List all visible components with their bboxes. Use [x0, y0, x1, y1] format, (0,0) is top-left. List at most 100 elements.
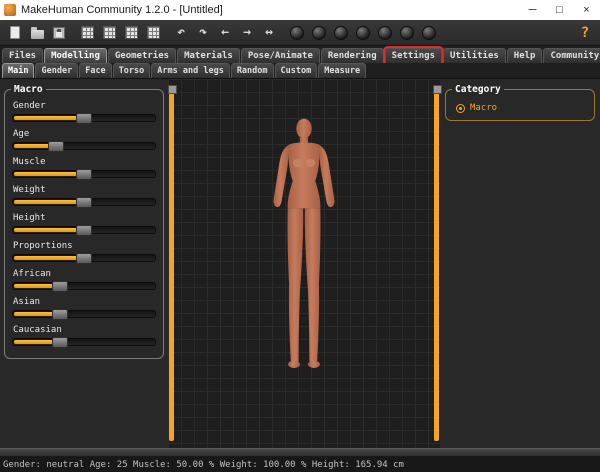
mesh-grid-toggle-button[interactable]: [142, 22, 164, 44]
viewport-3d[interactable]: [168, 79, 440, 448]
window-controls: ─ □ ×: [519, 0, 600, 20]
view-perspective-icon: [422, 26, 436, 40]
slider-handle[interactable]: [76, 169, 92, 180]
menu-tabs: FilesModellingGeometriesMaterialsPose/An…: [0, 46, 600, 63]
undo-button[interactable]: ↶: [170, 22, 192, 44]
symmetry-right-icon: →: [243, 26, 251, 39]
human-body-shape: [273, 119, 334, 368]
symmetry-left-button[interactable]: ←: [214, 22, 236, 44]
slider-african: African: [12, 269, 156, 290]
main-content: Macro GenderAgeMuscleWeightHeightProport…: [0, 79, 600, 448]
menu-tab-modelling[interactable]: Modelling: [44, 48, 107, 63]
status-text: Gender: neutral Age: 25 Muscle: 50.00 % …: [3, 460, 404, 470]
mesh-subdivide-button[interactable]: [120, 22, 142, 44]
view-right-button[interactable]: [352, 22, 374, 44]
viewport-right-scrollbar[interactable]: [434, 86, 439, 441]
help-button[interactable]: ?: [574, 22, 596, 44]
menu-tab-geometries[interactable]: Geometries: [108, 48, 176, 63]
view-perspective-button[interactable]: [418, 22, 440, 44]
slider-handle[interactable]: [48, 141, 64, 152]
slider-track-african[interactable]: [12, 282, 156, 290]
slider-muscle: Muscle: [12, 157, 156, 178]
view-front-button[interactable]: [286, 22, 308, 44]
left-panel: Macro GenderAgeMuscleWeightHeightProport…: [0, 79, 168, 448]
sub-tab-custom[interactable]: Custom: [275, 63, 318, 78]
slider-track-muscle[interactable]: [12, 170, 156, 178]
symmetry-right-button[interactable]: →: [236, 22, 258, 44]
close-button[interactable]: ×: [573, 0, 600, 20]
horizontal-scrollbar[interactable]: [0, 448, 600, 457]
new-document-button[interactable]: [4, 22, 26, 44]
view-back-button[interactable]: [308, 22, 330, 44]
maximize-button[interactable]: □: [546, 0, 573, 20]
slider-handle[interactable]: [76, 225, 92, 236]
macro-title: Macro: [11, 84, 46, 95]
view-left-button[interactable]: [330, 22, 352, 44]
sub-tab-torso[interactable]: Torso: [113, 63, 151, 78]
right-panel: Category Macro: [440, 79, 600, 448]
title-bar: MakeHuman Community 1.2.0 - [Untitled] ─…: [0, 0, 600, 20]
mesh-subdivide-icon: [125, 26, 138, 39]
load-file-button[interactable]: [26, 22, 48, 44]
slider-track-age[interactable]: [12, 142, 156, 150]
slider-track-caucasian[interactable]: [12, 338, 156, 346]
menu-tab-pose-animate[interactable]: Pose/Animate: [241, 48, 320, 63]
mesh-smooth-button[interactable]: [98, 22, 120, 44]
sub-tab-face[interactable]: Face: [79, 63, 111, 78]
slider-track-height[interactable]: [12, 226, 156, 234]
undo-icon: ↶: [177, 26, 185, 39]
slider-fill: [14, 200, 85, 204]
menu-tab-utilities[interactable]: Utilities: [443, 48, 506, 63]
slider-label: Asian: [13, 297, 156, 308]
slider-handle[interactable]: [76, 113, 92, 124]
viewport-left-scrollbar[interactable]: [169, 86, 174, 441]
menu-tab-files[interactable]: Files: [2, 48, 43, 63]
makehuman-window: MakeHuman Community 1.2.0 - [Untitled] ─…: [0, 0, 600, 472]
slider-handle[interactable]: [76, 197, 92, 208]
category-title: Category: [452, 84, 504, 95]
mesh-smooth-icon: [103, 26, 116, 39]
app-logo-icon: [4, 4, 16, 16]
menu-tab-community[interactable]: Community: [543, 48, 600, 63]
minimize-button[interactable]: ─: [519, 0, 546, 20]
slider-label: Height: [13, 213, 156, 224]
slider-fill: [14, 256, 85, 260]
menu-tab-rendering[interactable]: Rendering: [321, 48, 384, 63]
load-file-icon: [31, 30, 44, 39]
slider-handle[interactable]: [52, 337, 68, 348]
slider-label: Caucasian: [13, 325, 156, 336]
slider-proportions: Proportions: [12, 241, 156, 262]
slider-track-proportions[interactable]: [12, 254, 156, 262]
menu-tab-settings[interactable]: Settings: [385, 48, 442, 63]
slider-track-asian[interactable]: [12, 310, 156, 318]
symmetry-mirror-button[interactable]: ↔: [258, 22, 280, 44]
slider-label: Gender: [13, 101, 156, 112]
view-bottom-button[interactable]: [396, 22, 418, 44]
save-file-button[interactable]: [48, 22, 70, 44]
radio-option-macro[interactable]: Macro: [453, 101, 587, 115]
redo-button[interactable]: ↷: [192, 22, 214, 44]
slider-fill: [14, 172, 85, 176]
sub-tab-gender[interactable]: Gender: [35, 63, 78, 78]
slider-label: African: [13, 269, 156, 280]
slider-track-gender[interactable]: [12, 114, 156, 122]
mesh-wireframe-button[interactable]: [76, 22, 98, 44]
menu-tab-materials[interactable]: Materials: [177, 48, 240, 63]
view-top-button[interactable]: [374, 22, 396, 44]
slider-label: Proportions: [13, 241, 156, 252]
menu-tab-help[interactable]: Help: [507, 48, 543, 63]
status-bar: Gender: neutral Age: 25 Muscle: 50.00 % …: [0, 457, 600, 472]
slider-gender: Gender: [12, 101, 156, 122]
slider-fill: [14, 116, 85, 120]
macro-sliders: GenderAgeMuscleWeightHeightProportionsAf…: [12, 101, 156, 346]
slider-track-weight[interactable]: [12, 198, 156, 206]
symmetry-left-icon: ←: [221, 26, 229, 39]
human-model[interactable]: [250, 115, 359, 387]
slider-handle[interactable]: [52, 309, 68, 320]
sub-tab-main[interactable]: Main: [2, 63, 34, 78]
slider-handle[interactable]: [52, 281, 68, 292]
sub-tab-measure[interactable]: Measure: [318, 63, 366, 78]
slider-handle[interactable]: [76, 253, 92, 264]
sub-tab-random[interactable]: Random: [231, 63, 274, 78]
sub-tab-arms-and-legs[interactable]: Arms and legs: [151, 63, 230, 78]
